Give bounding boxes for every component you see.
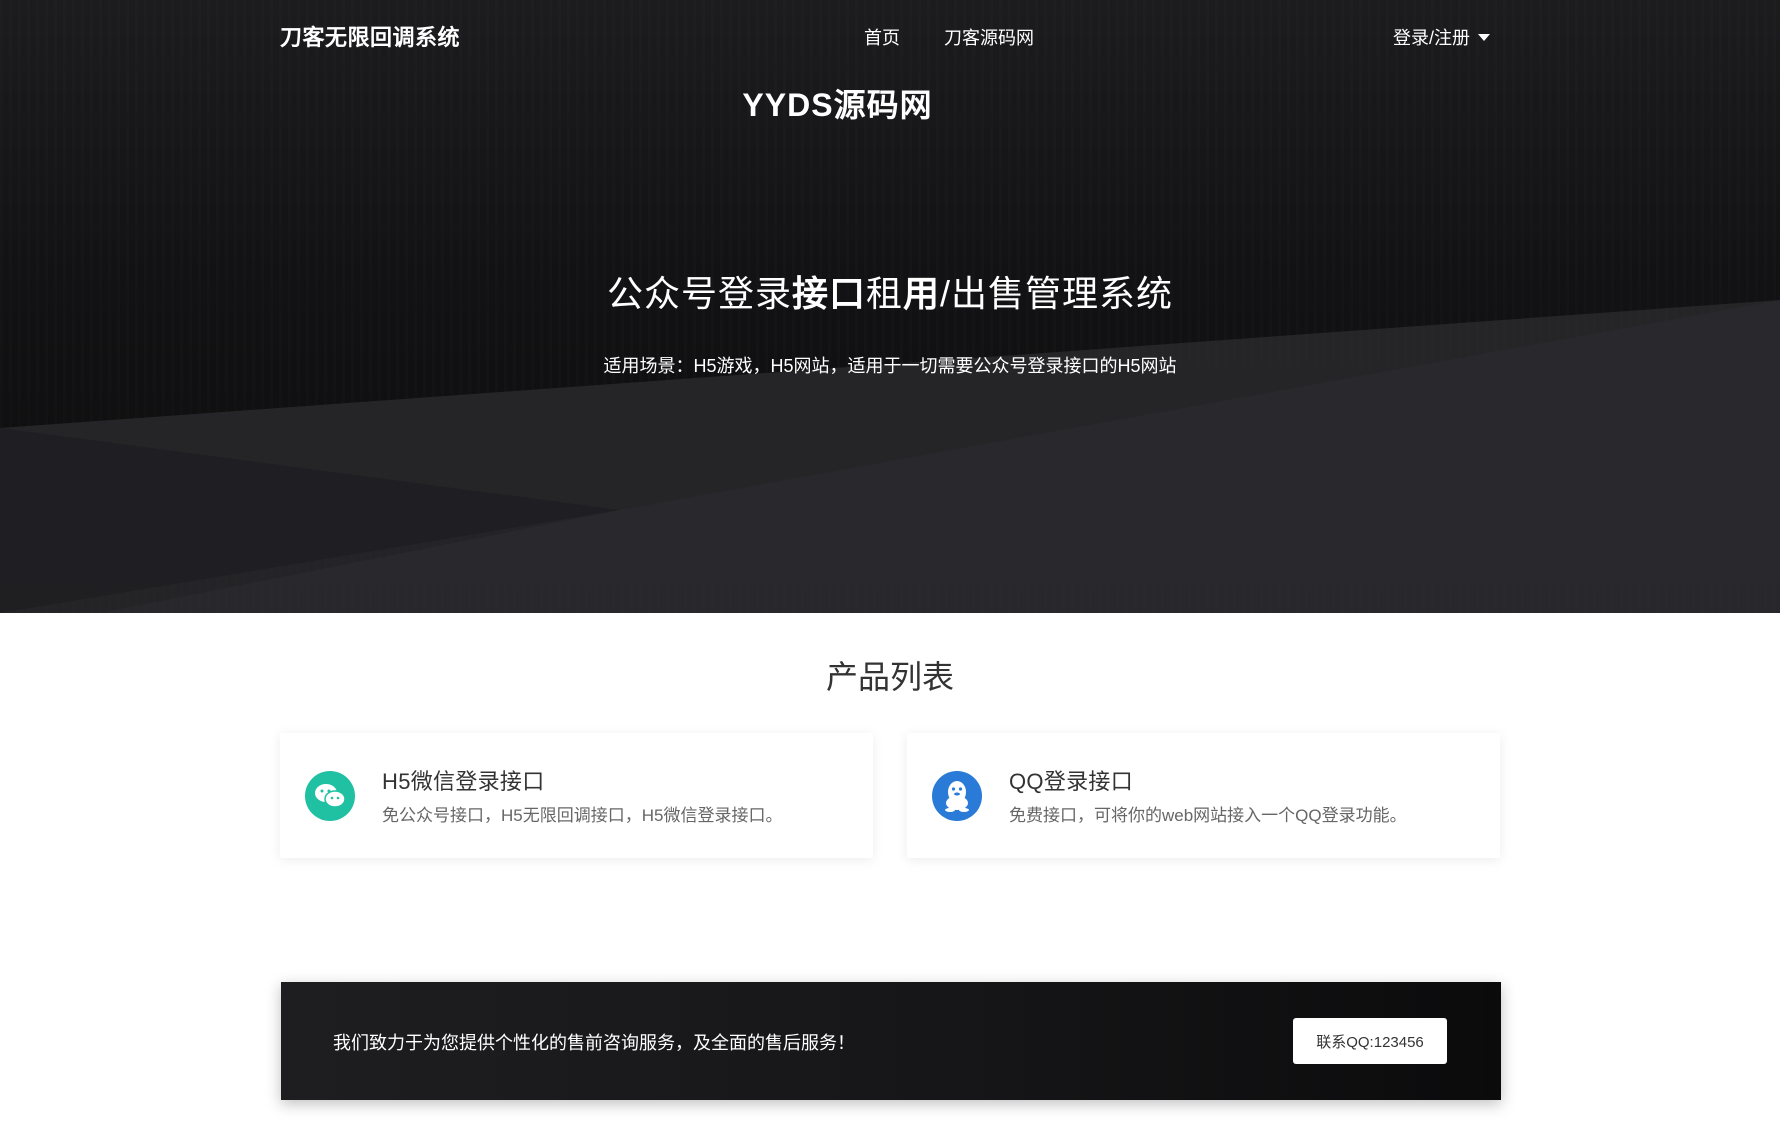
hero-subtitle: 适用场景：H5游戏，H5网站，适用于一切需要公众号登录接口的H5网站 — [603, 356, 1177, 376]
hero-title-bold1: 接口 — [791, 273, 866, 314]
contact-banner: 我们致力于为您提供个性化的售前咨询服务，及全面的售后服务！ 联系QQ:12345… — [281, 982, 1501, 1100]
hero-title: 公众号登录接口租用/出售管理系统 — [0, 265, 1780, 317]
hero-title-bold2: 用 — [903, 273, 941, 314]
nav-link-home[interactable]: 首页 — [864, 24, 900, 50]
wechat-icon — [305, 771, 355, 821]
qq-penguin-icon — [932, 771, 982, 821]
hero-title-part3: /出售管理系统 — [940, 273, 1174, 314]
product-card-wechat[interactable]: H5微信登录接口 免公众号接口，H5无限回调接口，H5微信登录接口。 — [280, 733, 873, 858]
nav-link-daoke[interactable]: 刀客源码网 — [944, 24, 1034, 50]
hero-logo-text: YYDS源码网 — [742, 87, 933, 123]
site-brand[interactable]: 刀客无限回调系统 — [280, 20, 460, 52]
product-card-qq[interactable]: QQ登录接口 免费接口，可将你的web网站接入一个QQ登录功能。 — [907, 733, 1500, 858]
banner-text: 我们致力于为您提供个性化的售前咨询服务，及全面的售后服务！ — [333, 1033, 855, 1053]
product-description: 免公众号接口，H5无限回调接口，H5微信登录接口。 — [382, 806, 783, 825]
product-title: H5微信登录接口 — [382, 769, 545, 794]
top-nav: 刀客无限回调系统 首页 刀客源码网 登录/注册 — [280, 0, 1490, 70]
hero-title-part1: 公众号登录 — [606, 273, 792, 314]
caret-down-icon — [1478, 33, 1490, 41]
login-register-label: 登录/注册 — [1392, 28, 1470, 48]
nav-links: 首页 刀客源码网 — [864, 24, 1034, 50]
product-title: QQ登录接口 — [1009, 769, 1134, 794]
login-register-dropdown[interactable]: 登录/注册 — [1393, 24, 1490, 50]
products-section-title: 产品列表 — [825, 659, 954, 695]
hero-section: 刀客无限回调系统 首页 刀客源码网 登录/注册 YYDS源码网 公众号登录接口租… — [0, 0, 1780, 613]
contact-qq-button[interactable]: 联系QQ:123456 — [1293, 1018, 1447, 1064]
product-description: 免费接口，可将你的web网站接入一个QQ登录功能。 — [1009, 806, 1407, 825]
hero-title-part2: 租 — [865, 273, 903, 314]
